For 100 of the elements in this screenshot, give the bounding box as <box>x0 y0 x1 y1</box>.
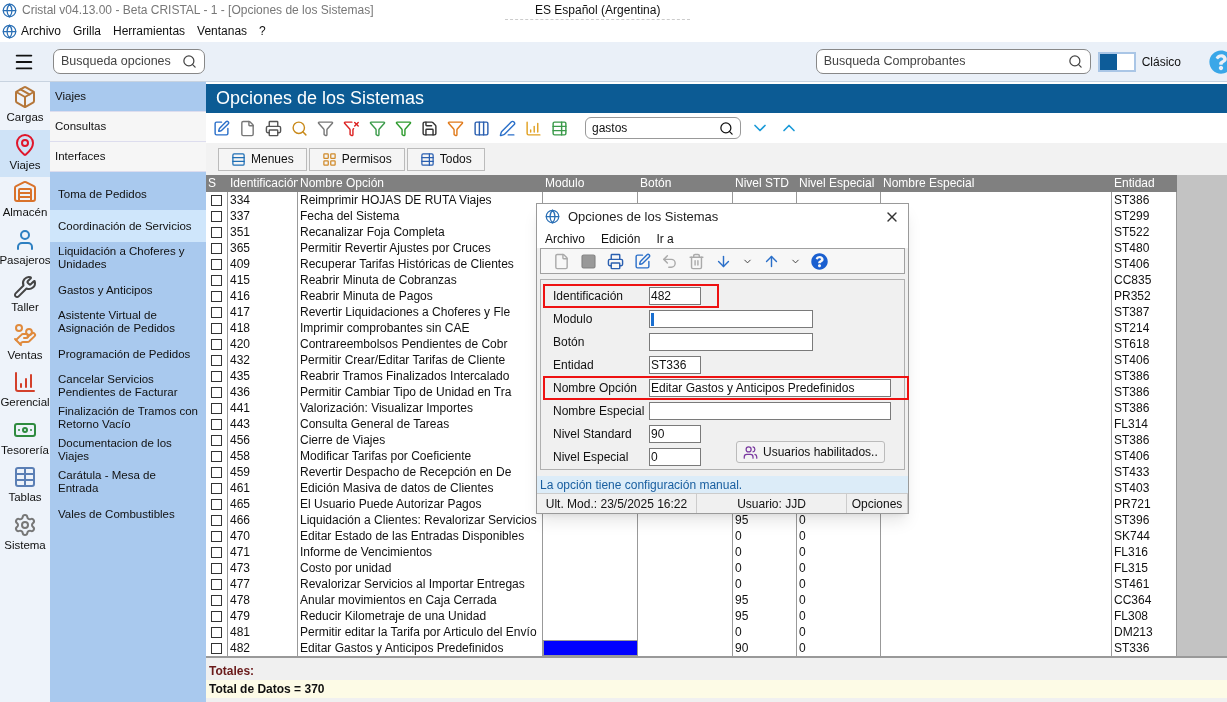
row-checkbox[interactable] <box>211 450 222 462</box>
section-item[interactable]: Interfaces <box>50 142 206 172</box>
row-checkbox[interactable] <box>211 210 222 222</box>
submenu-item[interactable]: Vales de Combustibles <box>50 498 206 530</box>
row-checkbox[interactable] <box>211 626 222 638</box>
columns-icon[interactable] <box>473 119 490 137</box>
module-item[interactable]: Gerencial <box>0 367 50 415</box>
submenu-item[interactable]: Liquidación a Choferes y Unidades <box>50 242 206 274</box>
classic-toggle[interactable] <box>1097 51 1136 72</box>
row-checkbox[interactable] <box>211 498 222 510</box>
menu-item[interactable]: Ventanas <box>197 22 248 40</box>
row-checkbox[interactable] <box>211 530 222 542</box>
section-item[interactable]: Consultas <box>50 112 206 142</box>
row-checkbox[interactable] <box>211 434 222 446</box>
row-checkbox[interactable] <box>211 578 222 590</box>
row-checkbox[interactable] <box>211 546 222 558</box>
row-checkbox[interactable] <box>211 642 222 654</box>
row-checkbox[interactable] <box>211 594 222 606</box>
menu-item[interactable]: ? <box>259 22 266 40</box>
menu-item[interactable]: Ir a <box>656 229 674 248</box>
column-header[interactable]: Modulo <box>543 175 638 192</box>
users-button[interactable]: Usuarios habilitados.. <box>736 441 885 463</box>
panel-search-field[interactable]: gastos <box>585 117 741 139</box>
module-item[interactable]: Sistema <box>0 509 50 557</box>
module-item[interactable]: Almacén <box>0 177 50 225</box>
menu-item[interactable]: Herramientas <box>113 22 186 40</box>
row-checkbox[interactable] <box>211 466 222 478</box>
row-checkbox[interactable] <box>211 354 222 366</box>
module-item[interactable]: Ventas <box>0 319 50 367</box>
printer-icon[interactable] <box>607 252 624 270</box>
row-checkbox[interactable] <box>211 258 222 270</box>
row-checkbox[interactable] <box>211 418 222 430</box>
row-checkbox[interactable] <box>211 226 222 238</box>
column-header[interactable]: Nombre Especial <box>881 175 1112 192</box>
save-icon[interactable] <box>421 119 438 137</box>
input-field[interactable]: Editar Gastos y Anticipos Predefinidos <box>649 379 891 397</box>
menu-item[interactable]: Archivo <box>545 229 585 248</box>
input-field[interactable] <box>649 402 891 420</box>
funnel-icon[interactable] <box>343 119 360 137</box>
row-checkbox[interactable] <box>211 402 222 414</box>
view-button[interactable]: Menues <box>218 147 307 171</box>
submenu-item[interactable]: Finalización de Tramos con Retorno Vacío <box>50 402 206 434</box>
submenu-item[interactable]: Carátula - Mesa de Entrada <box>50 466 206 498</box>
square-icon[interactable] <box>580 252 597 270</box>
submenu-item[interactable]: Cancelar Servicios Pendientes de Facturar <box>50 370 206 402</box>
input-field[interactable] <box>649 333 813 351</box>
row-checkbox[interactable] <box>211 562 222 574</box>
row-checkbox[interactable] <box>211 514 222 526</box>
search-icon[interactable] <box>291 119 308 137</box>
input-field[interactable]: 90 <box>649 425 701 443</box>
help-icon[interactable] <box>811 252 828 270</box>
row-checkbox[interactable] <box>211 242 222 254</box>
column-header[interactable]: Nombre Opción <box>298 175 543 192</box>
input-field[interactable]: ST336 <box>649 356 701 374</box>
funnel-icon[interactable] <box>317 119 334 137</box>
input-field[interactable]: 482 <box>649 287 701 305</box>
pen-icon[interactable] <box>499 119 516 137</box>
column-header[interactable]: Botón <box>638 175 733 192</box>
row-checkbox[interactable] <box>211 370 222 382</box>
row-checkbox[interactable] <box>211 306 222 318</box>
submenu-item[interactable]: Asistente Virtual de Asignación de Pedidos <box>50 306 206 338</box>
input-field[interactable] <box>649 310 813 328</box>
submenu-item[interactable]: Programación de Pedidos <box>50 338 206 370</box>
menu-item[interactable]: Edición <box>601 229 641 248</box>
funnel-icon[interactable] <box>447 119 464 137</box>
module-item[interactable]: Viajes <box>0 129 50 177</box>
submenu-item[interactable]: Coordinación de Servicios <box>50 210 206 242</box>
column-header[interactable]: S <box>206 175 228 192</box>
module-item[interactable]: Tesorería <box>0 414 50 462</box>
row-checkbox[interactable] <box>211 482 222 494</box>
submenu-item[interactable]: Documentacion de los Viajes <box>50 434 206 466</box>
table-icon[interactable] <box>551 119 568 137</box>
row-checkbox[interactable] <box>211 338 222 350</box>
menu-item[interactable]: Archivo <box>21 22 61 40</box>
module-item[interactable]: Taller <box>0 272 50 320</box>
module-item[interactable]: Tablas <box>0 462 50 510</box>
module-item[interactable]: Pasajeros <box>0 224 50 272</box>
row-checkbox[interactable] <box>211 194 222 206</box>
submenu-item[interactable]: Toma de Pedidos <box>50 178 206 210</box>
printer-icon[interactable] <box>265 119 282 137</box>
funnel-icon[interactable] <box>395 119 412 137</box>
view-button[interactable]: Todos <box>406 147 485 171</box>
submenu-item[interactable]: Gastos y Anticipos <box>50 274 206 306</box>
menu-item[interactable]: Grilla <box>73 22 102 40</box>
module-item[interactable]: Cargas <box>0 82 50 130</box>
column-header[interactable]: Nivel Especial <box>797 175 881 192</box>
option-search-field[interactable]: Busqueda opciones <box>53 49 205 74</box>
input-field[interactable]: 0 <box>649 448 701 466</box>
row-checkbox[interactable] <box>211 610 222 622</box>
view-button[interactable]: Permisos <box>308 147 405 171</box>
row-checkbox[interactable] <box>211 274 222 286</box>
table-cell[interactable] <box>543 640 638 656</box>
row-checkbox[interactable] <box>211 322 222 334</box>
edit-icon[interactable] <box>213 119 230 137</box>
row-checkbox[interactable] <box>211 386 222 398</box>
funnel-icon[interactable] <box>369 119 386 137</box>
row-checkbox[interactable] <box>211 290 222 302</box>
voucher-search-field[interactable]: Busqueda Comprobantes <box>815 49 1091 74</box>
edit-icon[interactable] <box>634 252 651 270</box>
column-header[interactable]: Entidad <box>1112 175 1177 192</box>
